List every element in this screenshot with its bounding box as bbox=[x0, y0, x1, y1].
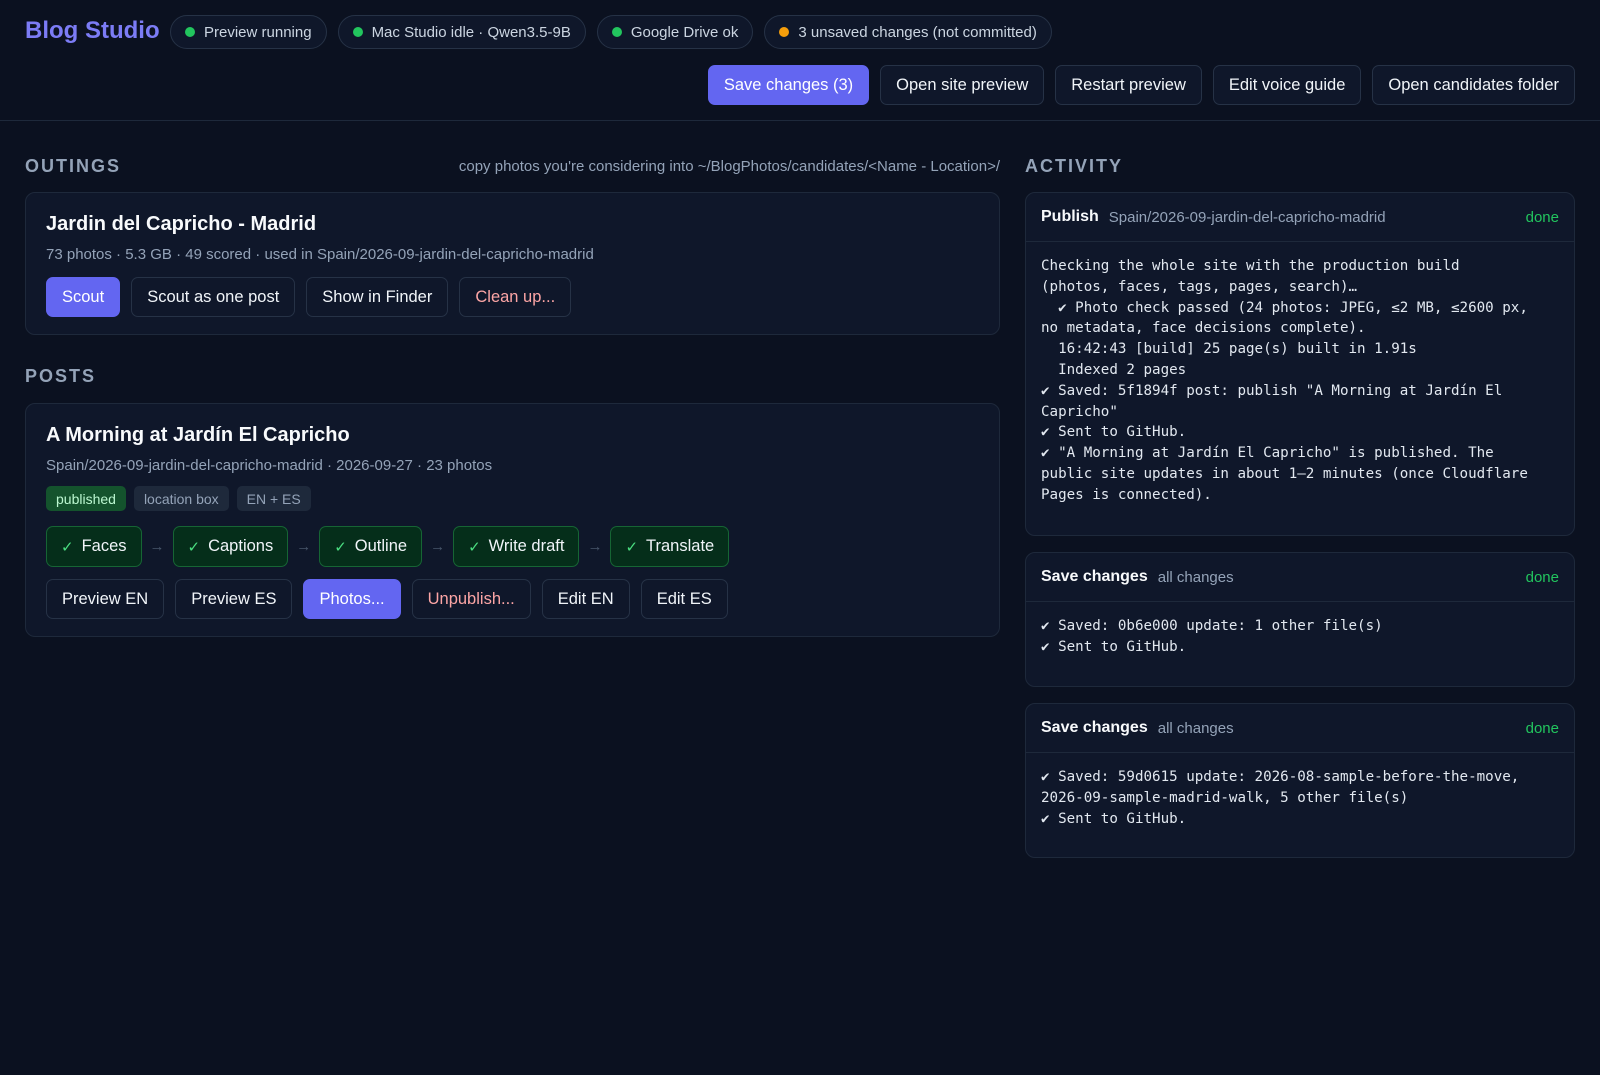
status-pill-unsaved: 3 unsaved changes (not committed) bbox=[764, 15, 1052, 49]
preview-es-button[interactable]: Preview ES bbox=[175, 579, 293, 619]
unpublish-button[interactable]: Unpublish... bbox=[411, 579, 531, 619]
posts-heading: POSTS bbox=[25, 366, 97, 386]
status-pills: Preview running Mac Studio idle · Qwen3.… bbox=[170, 15, 1052, 49]
outing-title: Jardin del Capricho - Madrid bbox=[46, 213, 317, 235]
status-pill-label: Mac Studio idle · Qwen3.5-9B bbox=[371, 23, 571, 41]
preview-en-button[interactable]: Preview EN bbox=[46, 579, 165, 619]
edit-en-button[interactable]: Edit EN bbox=[541, 579, 630, 619]
activity-item-header: Save changes all changes done bbox=[1026, 704, 1574, 753]
toolbar: Save changes (3) Open site preview Resta… bbox=[707, 65, 1575, 105]
outings-hint: copy photos you're considering into ~/Bl… bbox=[458, 157, 1000, 175]
app-title: Blog Studio bbox=[25, 17, 160, 44]
outing-meta: 73 photos · 5.3 GB · 49 scored · used in… bbox=[46, 246, 594, 263]
status-dot-icon bbox=[185, 27, 195, 37]
step-label: Translate bbox=[646, 537, 715, 555]
open-candidates-folder-button[interactable]: Open candidates folder bbox=[1372, 65, 1575, 105]
activity-header: ACTIVITY bbox=[1025, 156, 1575, 176]
status-pill-mac-studio: Mac Studio idle · Qwen3.5-9B bbox=[337, 15, 586, 49]
post-tags: published location box EN + ES bbox=[46, 486, 979, 511]
step-label: Captions bbox=[208, 537, 274, 555]
step-captions[interactable]: ✓ Captions bbox=[172, 526, 289, 567]
check-icon: ✓ bbox=[468, 538, 481, 556]
post-card: A Morning at Jardín El Capricho Spain/20… bbox=[25, 403, 1000, 637]
edit-voice-guide-button[interactable]: Edit voice guide bbox=[1212, 65, 1362, 105]
scout-button[interactable]: Scout bbox=[46, 277, 121, 317]
top-bar: Blog Studio Preview running Mac Studio i… bbox=[0, 0, 1600, 121]
activity-item: Save changes all changes done ✔ Saved: 0… bbox=[1025, 552, 1575, 687]
activity-name: Save changes bbox=[1041, 719, 1148, 736]
activity-log: Checking the whole site with the product… bbox=[1041, 258, 1528, 503]
arrow-right-icon: → bbox=[587, 538, 603, 555]
step-label: Write draft bbox=[488, 537, 565, 555]
activity-target: Spain/2026-09-jardin-del-capricho-madrid bbox=[1108, 208, 1386, 226]
location-box-badge: location box bbox=[133, 486, 229, 511]
activity-item-header: Publish Spain/2026-09-jardin-del-caprich… bbox=[1026, 193, 1574, 242]
clean-up-button[interactable]: Clean up... bbox=[459, 277, 572, 317]
status-pill-label: Google Drive ok bbox=[630, 23, 739, 41]
scout-as-one-post-button[interactable]: Scout as one post bbox=[131, 277, 296, 317]
outing-actions: Scout Scout as one post Show in Finder C… bbox=[46, 277, 979, 317]
status-pill-google-drive: Google Drive ok bbox=[596, 15, 754, 49]
status-pill-preview: Preview running bbox=[170, 15, 327, 49]
status-dot-icon bbox=[611, 27, 622, 37]
edit-es-button[interactable]: Edit ES bbox=[640, 579, 728, 619]
step-translate[interactable]: ✓ Translate bbox=[610, 526, 730, 567]
arrow-right-icon: → bbox=[430, 538, 446, 555]
step-outline[interactable]: ✓ Outline bbox=[319, 526, 423, 567]
activity-name: Publish bbox=[1041, 208, 1099, 225]
language-badge: EN + ES bbox=[236, 486, 311, 511]
post-title: A Morning at Jardín El Capricho bbox=[46, 424, 350, 446]
activity-name: Save changes bbox=[1041, 568, 1148, 585]
outing-card: Jardin del Capricho - Madrid 73 photos ·… bbox=[25, 192, 1000, 335]
step-faces[interactable]: ✓ Faces bbox=[46, 526, 142, 567]
step-label: Outline bbox=[354, 537, 408, 555]
pipeline-steps: ✓ Faces → ✓ Captions → ✓ Outline → ✓ Wri… bbox=[46, 526, 979, 567]
step-write-draft[interactable]: ✓ Write draft bbox=[453, 526, 580, 567]
restart-preview-button[interactable]: Restart preview bbox=[1055, 65, 1202, 105]
activity-column: ACTIVITY Publish Spain/2026-09-jardin-de… bbox=[1025, 121, 1575, 858]
main-column: OUTINGS copy photos you're considering i… bbox=[25, 121, 1000, 637]
photos-button[interactable]: Photos... bbox=[303, 579, 401, 619]
outings-header: OUTINGS copy photos you're considering i… bbox=[25, 156, 1000, 176]
status-dot-icon bbox=[352, 27, 363, 37]
activity-status: done bbox=[1525, 208, 1559, 226]
status-badge: published bbox=[46, 486, 126, 511]
activity-target: all changes bbox=[1157, 568, 1234, 586]
check-icon: ✓ bbox=[625, 538, 639, 556]
activity-status: done bbox=[1525, 568, 1559, 586]
activity-log: ✔ Saved: 59d0615 update: 2026-08-sample-… bbox=[1041, 769, 1520, 827]
check-icon: ✓ bbox=[334, 538, 347, 556]
arrow-right-icon: → bbox=[149, 538, 165, 555]
post-actions: Preview EN Preview ES Photos... Unpublis… bbox=[46, 579, 979, 619]
step-label: Faces bbox=[81, 537, 127, 555]
activity-item: Save changes all changes done ✔ Saved: 5… bbox=[1025, 703, 1575, 858]
show-in-finder-button[interactable]: Show in Finder bbox=[306, 277, 449, 317]
check-icon: ✓ bbox=[187, 538, 201, 556]
status-dot-icon bbox=[779, 27, 790, 37]
check-icon: ✓ bbox=[61, 538, 74, 556]
arrow-right-icon: → bbox=[296, 538, 312, 555]
activity-item: Publish Spain/2026-09-jardin-del-caprich… bbox=[1025, 192, 1575, 536]
activity-status: done bbox=[1525, 719, 1559, 737]
open-site-preview-button[interactable]: Open site preview bbox=[880, 65, 1045, 105]
activity-item-header: Save changes all changes done bbox=[1026, 553, 1574, 602]
activity-target: all changes bbox=[1157, 719, 1234, 737]
status-pill-label: 3 unsaved changes (not committed) bbox=[798, 23, 1037, 41]
outings-heading: OUTINGS bbox=[25, 155, 122, 176]
status-pill-label: Preview running bbox=[204, 23, 312, 41]
save-changes-button[interactable]: Save changes (3) bbox=[707, 65, 870, 105]
activity-log: ✔ Saved: 0b6e000 update: 1 other file(s)… bbox=[1041, 618, 1383, 655]
post-meta: Spain/2026-09-jardin-del-capricho-madrid… bbox=[46, 457, 493, 474]
activity-heading: ACTIVITY bbox=[1025, 155, 1124, 176]
